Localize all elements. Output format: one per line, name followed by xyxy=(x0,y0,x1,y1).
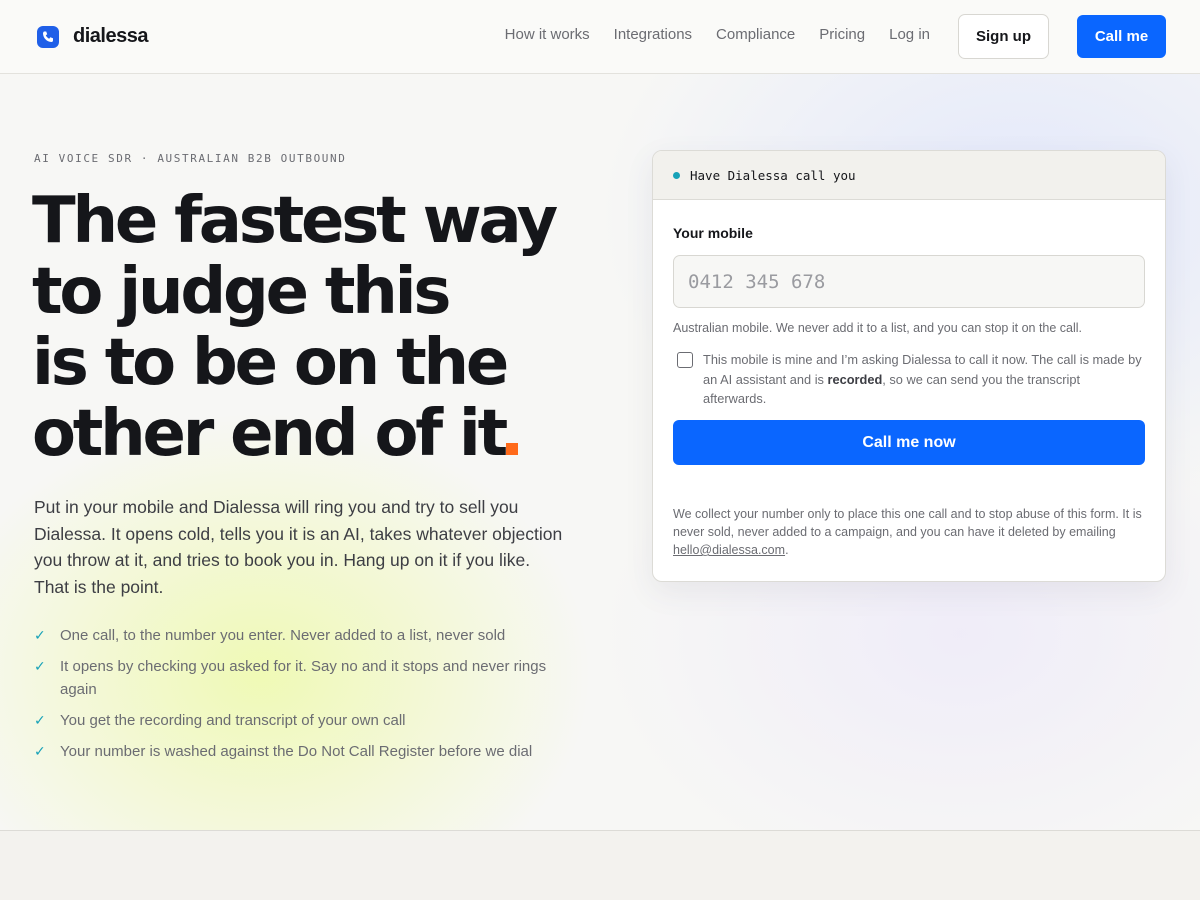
list-item: ✓ One call, to the number you enter. Neve… xyxy=(34,624,574,647)
check-icon: ✓ xyxy=(34,627,46,643)
logo[interactable]: dialessa xyxy=(37,25,148,48)
call-me-button[interactable]: Call me xyxy=(1077,15,1166,58)
mobile-label: Your mobile xyxy=(673,225,753,241)
headline-line: The fastest way xyxy=(32,184,558,258)
hero-lead: Put in your mobile and Dialessa will rin… xyxy=(34,497,563,598)
consent-checkbox[interactable] xyxy=(677,352,693,368)
brand-name: dialessa xyxy=(73,25,148,47)
check-icon: ✓ xyxy=(34,743,46,759)
consent-row: This mobile is mine and I’m asking Diale… xyxy=(677,350,1145,409)
privacy-note: We collect your number only to place thi… xyxy=(673,507,1142,557)
mobile-hint: Australian mobile. We never add it to a … xyxy=(673,321,1083,335)
list-item: ✓ It opens by checking you asked for it. … xyxy=(34,655,574,701)
nav-how-it-works[interactable]: How it works xyxy=(505,26,590,43)
nav-log-in[interactable]: Log in xyxy=(889,26,930,43)
call-me-now-button[interactable]: Call me now xyxy=(673,420,1145,465)
card-header: Have Dialessa call you xyxy=(653,151,1165,200)
nav-integrations[interactable]: Integrations xyxy=(614,26,692,43)
phone-logo-icon xyxy=(37,25,59,48)
status-dot-icon xyxy=(673,171,680,179)
site-header: dialessa How it works Integrations Compl… xyxy=(0,0,1200,74)
privacy-email-link[interactable]: hello@dialessa.com xyxy=(673,543,785,557)
nav-compliance[interactable]: Compliance xyxy=(716,26,795,43)
nav-pricing[interactable]: Pricing xyxy=(819,26,865,43)
callback-form-card: Have Dialessa call you Your mobile Austr… xyxy=(652,150,1166,582)
hero-eyebrow: AI VOICE SDR · AUSTRALIAN B2B OUTBOUND xyxy=(34,152,347,165)
headline-line: other end of it xyxy=(32,397,508,471)
headline-line: to judge this xyxy=(32,255,451,329)
mobile-input[interactable] xyxy=(673,255,1145,308)
benefit-list: ✓ One call, to the number you enter. Neve… xyxy=(34,624,574,771)
hero-headline: The fastest way to judge this is to be o… xyxy=(32,186,592,470)
headline-line: is to be on the xyxy=(32,326,509,400)
list-item: ✓ Your number is washed against the Do No… xyxy=(34,740,574,763)
list-item: ✓ You get the recording and transcript of… xyxy=(34,709,574,732)
check-icon: ✓ xyxy=(34,712,46,728)
hero-section: AI VOICE SDR · AUSTRALIAN B2B OUTBOUND T… xyxy=(0,74,1200,831)
main-nav: How it works Integrations Compliance Pri… xyxy=(505,26,930,43)
headline-period xyxy=(506,443,519,455)
card-title: Have Dialessa call you xyxy=(690,167,856,183)
consent-text: This mobile is mine and I’m asking Diale… xyxy=(703,352,1142,406)
sign-up-button[interactable]: Sign up xyxy=(958,14,1049,59)
check-icon: ✓ xyxy=(34,658,46,674)
